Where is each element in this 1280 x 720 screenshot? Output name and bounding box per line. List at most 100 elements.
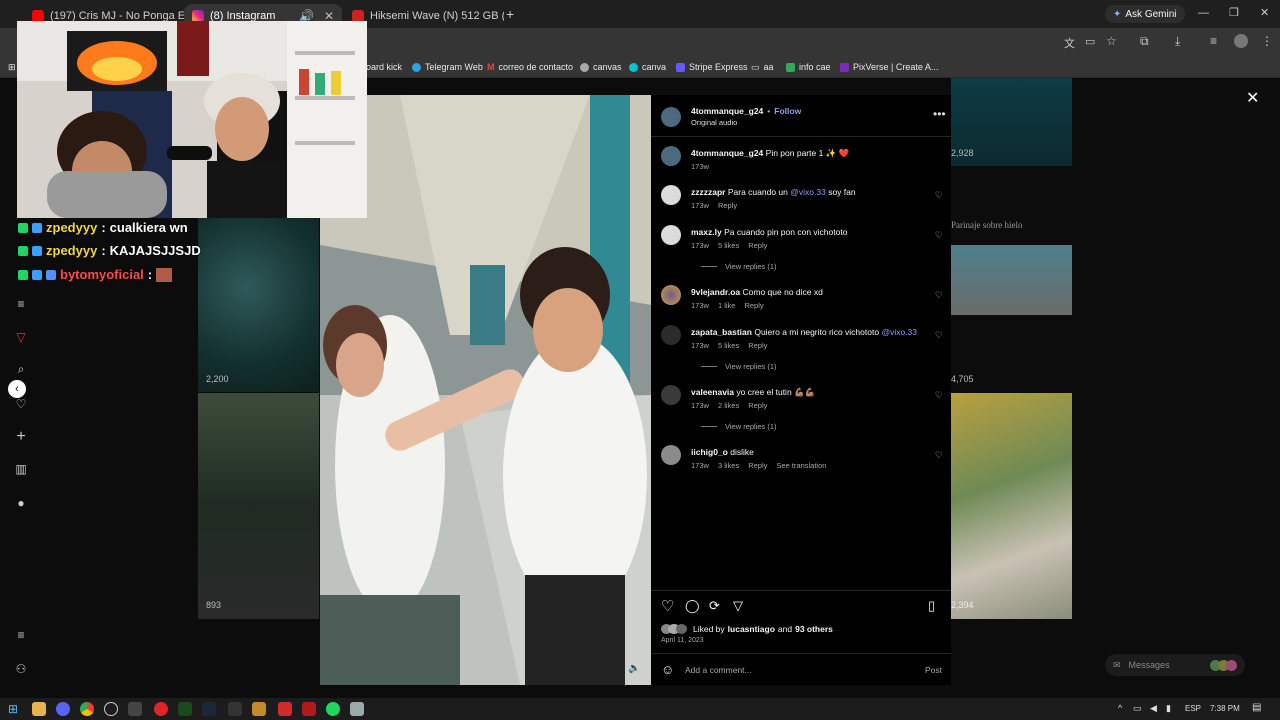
profile-avatar[interactable]: [1234, 34, 1248, 48]
app-icon[interactable]: [128, 702, 142, 716]
liked-by-others[interactable]: 93 others: [795, 624, 833, 634]
grid-tile[interactable]: 2,394: [951, 393, 1072, 619]
spotify-icon[interactable]: [326, 702, 340, 716]
download-icon[interactable]: ⤓: [1175, 34, 1180, 49]
start-icon[interactable]: ⊞: [8, 702, 22, 716]
comment-likes[interactable]: 5 likes: [718, 341, 739, 350]
app-icon[interactable]: [252, 702, 266, 716]
reply-button[interactable]: Reply: [718, 201, 737, 210]
commenter-avatar[interactable]: [661, 185, 681, 205]
grid-tile[interactable]: 893: [198, 393, 319, 619]
app-icon[interactable]: [178, 702, 192, 716]
comment-likes[interactable]: 3 likes: [718, 461, 739, 470]
app-icon[interactable]: [228, 702, 242, 716]
comment-mention[interactable]: @vixo.33: [790, 187, 826, 197]
comment-likes[interactable]: 2 likes: [718, 401, 739, 410]
minimize-button[interactable]: —: [1198, 7, 1209, 19]
emoji-icon[interactable]: ☺: [661, 662, 674, 677]
author-username[interactable]: 4tommanque_g24: [691, 106, 763, 116]
comment-mention[interactable]: @vixo.33: [881, 327, 917, 337]
cast-icon[interactable]: ▭: [1085, 35, 1095, 48]
ask-gemini-button[interactable]: ✦ Ask Gemini: [1105, 5, 1185, 23]
steam-icon[interactable]: [202, 702, 216, 716]
comment-username[interactable]: maxz.ly: [691, 227, 722, 237]
view-replies-button[interactable]: View replies (1): [701, 362, 777, 371]
bookmark-canvas[interactable]: canvas: [580, 56, 622, 78]
share-icon[interactable]: ▽: [733, 598, 743, 614]
caption-username[interactable]: 4tommanque_g24: [691, 148, 763, 158]
author-avatar[interactable]: [661, 146, 681, 166]
menu-lines-icon[interactable]: ≡: [14, 297, 28, 311]
grid-tile[interactable]: [951, 245, 1072, 315]
notification-icon[interactable]: ▽: [14, 330, 28, 344]
dashboard-icon[interactable]: ▥: [14, 462, 28, 476]
follow-button[interactable]: Follow: [774, 106, 801, 116]
view-replies-button[interactable]: View replies (1): [701, 422, 777, 431]
bookmark-kick[interactable]: oard kick: [366, 56, 402, 78]
post-video[interactable]: 🔈: [320, 95, 651, 685]
file-explorer-icon[interactable]: [32, 702, 46, 716]
commenter-avatar[interactable]: [661, 385, 681, 405]
comment-likes[interactable]: 5 likes: [718, 241, 739, 250]
search-icon[interactable]: ⌕: [14, 362, 28, 376]
microphone-icon[interactable]: ▮: [1166, 703, 1171, 714]
app-icon[interactable]: [302, 702, 316, 716]
close-modal-icon[interactable]: ✕: [1246, 88, 1259, 108]
bookmark-pixverse[interactable]: PixVerse | Create A...: [840, 56, 938, 78]
add-comment-input[interactable]: Add a comment...: [685, 665, 752, 675]
post-comment-button[interactable]: Post: [925, 665, 942, 675]
like-comment-icon[interactable]: ♡: [935, 330, 943, 341]
bookmark-gmail[interactable]: Mcorreo de contacto: [487, 56, 573, 78]
comment-username[interactable]: valeenavia: [691, 387, 734, 397]
more-options-icon[interactable]: •••: [933, 107, 946, 121]
reply-button[interactable]: Reply: [748, 461, 767, 470]
app-icon[interactable]: [278, 702, 292, 716]
bookmark-telegram[interactable]: Telegram Web: [412, 56, 483, 78]
close-window-button[interactable]: ✕: [1260, 6, 1269, 19]
like-comment-icon[interactable]: ♡: [935, 290, 943, 301]
comment-username[interactable]: zzzzzapr: [691, 187, 725, 197]
threads-icon[interactable]: ⚇: [14, 662, 28, 676]
see-translation-button[interactable]: See translation: [776, 461, 826, 470]
menu-icon[interactable]: ⋮: [1261, 34, 1273, 48]
bookmark-canva[interactable]: canva: [629, 56, 666, 78]
like-comment-icon[interactable]: ♡: [935, 230, 943, 241]
comment-username[interactable]: iichig0_o: [691, 447, 728, 457]
heart-icon[interactable]: ♡: [14, 397, 28, 411]
liked-by-user[interactable]: lucasntiago: [728, 624, 775, 634]
volume-icon[interactable]: ◀: [1150, 703, 1157, 714]
like-comment-icon[interactable]: ♡: [935, 190, 943, 201]
chrome-icon[interactable]: [80, 702, 94, 716]
profile-icon[interactable]: ●: [14, 496, 28, 510]
comment-icon[interactable]: ◯: [685, 598, 700, 614]
like-comment-icon[interactable]: ♡: [935, 390, 943, 401]
previous-post-button[interactable]: ‹: [8, 380, 26, 398]
like-icon[interactable]: ♡: [661, 597, 674, 615]
apps-icon[interactable]: ⊞: [8, 56, 16, 78]
volume-icon[interactable]: 🔈: [628, 663, 640, 674]
network-icon[interactable]: ▭: [1133, 703, 1142, 714]
settings-icon[interactable]: [104, 702, 118, 716]
more-icon[interactable]: ≡: [14, 628, 28, 642]
discord-icon[interactable]: [56, 702, 70, 716]
new-tab-button[interactable]: +: [506, 6, 514, 22]
tab-hiksemi[interactable]: Hiksemi Wave (N) 512 GB (HS- ✕: [344, 4, 504, 28]
media-icon[interactable]: ≡: [1210, 34, 1217, 48]
comment-username[interactable]: zapata_bastian: [691, 327, 752, 337]
app-icon[interactable]: [350, 702, 364, 716]
app-icon[interactable]: [154, 702, 168, 716]
repost-icon[interactable]: ⟳: [709, 598, 720, 614]
save-icon[interactable]: ▯: [928, 598, 935, 614]
notifications-icon[interactable]: ▤: [1252, 702, 1261, 713]
grid-tile[interactable]: 2,200: [198, 218, 319, 392]
audio-label[interactable]: Original audio: [691, 118, 737, 127]
bookmark-stripe[interactable]: Stripe Express: [676, 56, 748, 78]
clock[interactable]: 7:38 PM: [1210, 704, 1240, 713]
grid-tile[interactable]: 2,928: [951, 78, 1072, 166]
reply-button[interactable]: Reply: [748, 241, 767, 250]
comment-likes[interactable]: 1 like: [718, 301, 736, 310]
bookmark-info-cae[interactable]: info cae: [786, 56, 831, 78]
like-comment-icon[interactable]: ♡: [935, 450, 943, 461]
translate-icon[interactable]: ⽂: [1064, 35, 1075, 51]
reply-button[interactable]: Reply: [744, 301, 763, 310]
